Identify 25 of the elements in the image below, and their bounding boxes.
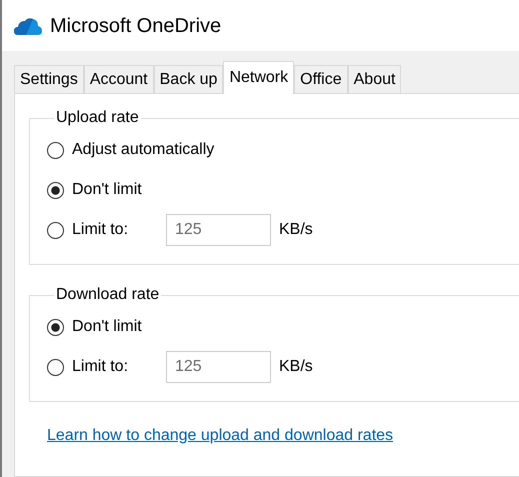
radio-button[interactable] (47, 142, 64, 158)
rate-field[interactable]: 125 (166, 351, 271, 383)
radio-label[interactable]: Adjust automatically (72, 138, 214, 162)
radio-button[interactable] (47, 318, 64, 336)
tab[interactable]: About (348, 65, 402, 93)
unit-label: KB/s (279, 220, 313, 240)
group-title: Download rate (55, 285, 160, 305)
unit-label: KB/s (279, 357, 313, 377)
cloud-icon (14, 16, 42, 36)
radio-label[interactable]: Limit to: (72, 355, 166, 379)
radio-label[interactable]: Don't limit (72, 178, 142, 202)
tab[interactable]: Back up (154, 65, 224, 93)
tab[interactable]: Network (223, 61, 294, 94)
window-title: Microsoft OneDrive (50, 14, 222, 38)
tab[interactable]: Office (294, 65, 348, 93)
radio-label[interactable]: Limit to: (72, 218, 166, 242)
group-title: Upload rate (55, 108, 140, 128)
radio-button[interactable] (47, 222, 64, 238)
radio-button[interactable] (47, 182, 64, 198)
radio-label[interactable]: Don't limit (72, 315, 142, 339)
tab[interactable]: Settings (14, 65, 84, 93)
help-link[interactable]: Learn how to change upload and download rates (47, 424, 394, 448)
radio-button[interactable] (47, 358, 64, 376)
tab[interactable]: Account (84, 65, 154, 93)
rate-field[interactable]: 125 (166, 214, 271, 246)
